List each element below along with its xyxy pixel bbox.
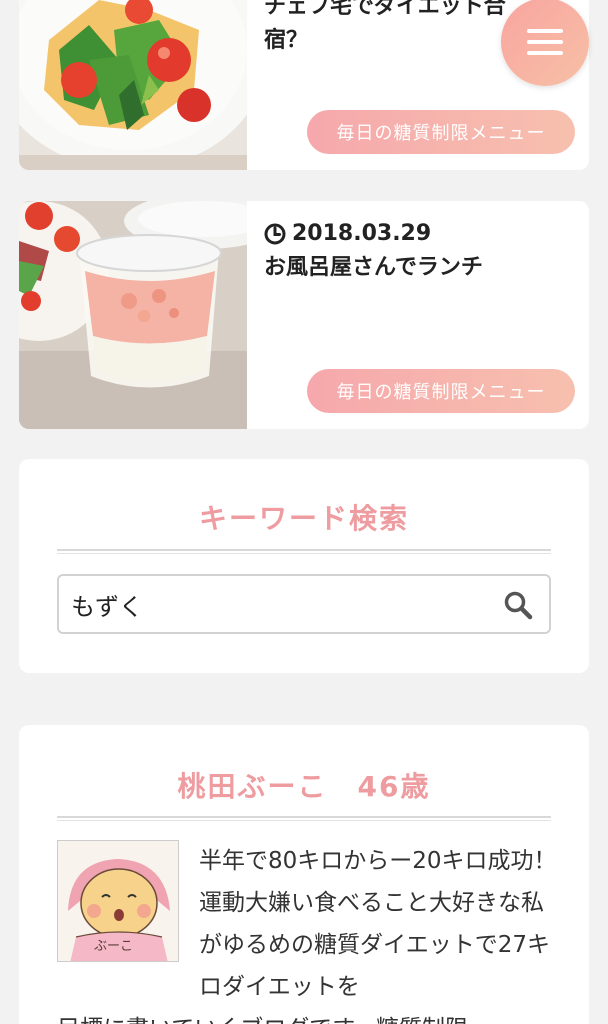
avatar: ぶーこ [57, 840, 179, 962]
search-box [57, 574, 551, 634]
article-title[interactable]: チェフ宅でダイエット合宿？ [264, 0, 515, 58]
search-input[interactable] [71, 576, 491, 632]
profile-bio-continued: 目標に書いていくブログです。糖質制限 [57, 1008, 563, 1024]
profile-widget: 桃田ぶーこ 46歳 ぶーこ 半年で80キロからー20キロ成功！運動大嫌い食べるこ… [19, 725, 589, 1024]
search-button[interactable] [501, 588, 535, 622]
article-thumbnail-jelly[interactable] [19, 201, 247, 429]
article-thumbnail-salad[interactable] [19, 0, 247, 170]
article-body: 2018.03.29 お風呂屋さんでランチ 毎日の糖質制限メニュー [264, 201, 575, 429]
clock-icon [264, 223, 286, 244]
title-divider [57, 816, 551, 821]
search-widget: キーワード検索 [19, 459, 589, 673]
article-title[interactable]: お風呂屋さんでランチ [264, 251, 575, 285]
hamburger-icon [527, 29, 563, 55]
page: チェフ宅でダイエット合宿？ 毎日の糖質制限メニュー 2018.03.29 お風呂… [0, 0, 608, 1024]
search-icon [504, 591, 533, 620]
article-date-text: 2018.03.29 [292, 221, 432, 246]
profile-bio: 半年で80キロからー20キロ成功！運動大嫌い食べること大好きな私がゆるめの糖質ダ… [199, 848, 557, 1000]
article-card[interactable]: 2018.03.29 お風呂屋さんでランチ 毎日の糖質制限メニュー [19, 201, 589, 429]
article-date: 2018.03.29 [264, 221, 431, 246]
profile-name: 桃田ぶーこ 46歳 [177, 770, 431, 803]
category-button[interactable]: 毎日の糖質制限メニュー [307, 110, 575, 154]
avatar-caption: ぶーこ [94, 939, 134, 954]
widget-title: キーワード検索 [198, 502, 409, 535]
menu-button[interactable] [501, 0, 589, 86]
category-button[interactable]: 毎日の糖質制限メニュー [307, 369, 575, 413]
title-divider [57, 549, 551, 554]
